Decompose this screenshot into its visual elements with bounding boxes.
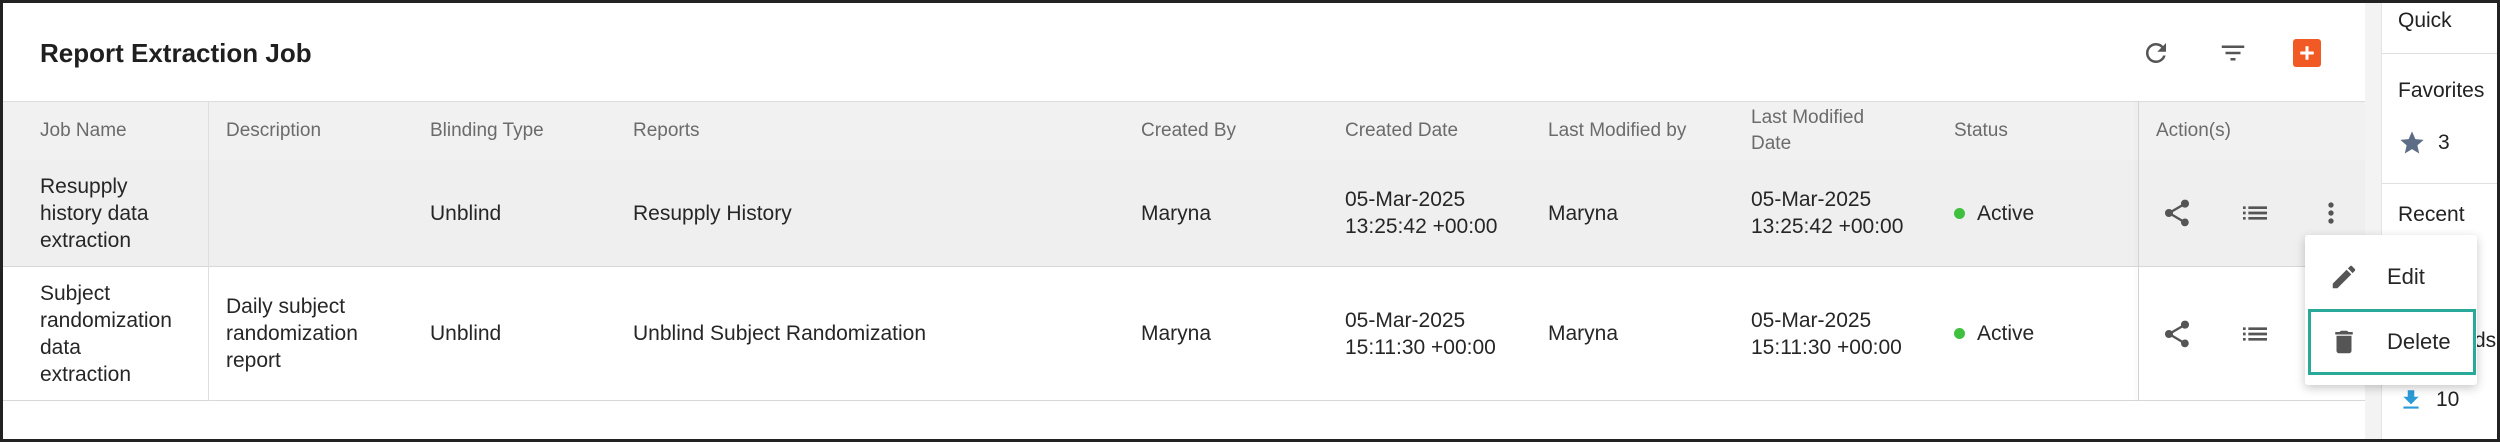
job-name-line: history data <box>40 201 149 225</box>
row-actions-menu: Edit Delete <box>2305 235 2477 385</box>
column-header-job-name[interactable]: Job Name <box>40 102 127 160</box>
quick-label: Quick <box>2398 9 2452 32</box>
star-icon <box>2400 131 2424 154</box>
description-cell: Daily subject randomization report <box>226 267 358 400</box>
job-name-line: extraction <box>40 362 132 386</box>
table-header: Job Name Description Blinding Type Repor… <box>3 101 2365 161</box>
column-header-actions: Action(s) <box>2156 120 2231 141</box>
share-icon[interactable] <box>2157 193 2197 233</box>
page-title: Report Extraction Job <box>40 38 312 68</box>
reports-cell: Resupply History <box>633 201 792 225</box>
list-icon[interactable] <box>2235 314 2275 354</box>
blinding-type-cell: Unblind <box>430 322 502 345</box>
favorites-count: 3 <box>2438 131 2450 154</box>
last-modified-date-line: 05-Mar-2025 <box>1751 188 1872 211</box>
last-modified-date-line: 05-Mar-2025 <box>1751 308 1872 332</box>
more-vert-icon[interactable] <box>2311 193 2351 233</box>
trash-icon <box>2327 325 2361 359</box>
column-header-blinding-type[interactable]: Blinding Type <box>430 102 544 160</box>
column-header-created-by[interactable]: Created By <box>1141 102 1236 160</box>
status-cell: Active <box>1954 160 2034 266</box>
job-name-cell: Subject randomization data extraction <box>40 267 172 400</box>
sidebar-divider <box>2382 183 2497 184</box>
edit-menu-item[interactable]: Edit <box>2305 245 2477 309</box>
table-row[interactable]: Resupply history data extraction Unblind… <box>3 160 2365 267</box>
created-date-line: 05-Mar-2025 <box>1345 188 1466 211</box>
description-line: Daily subject <box>226 295 346 318</box>
column-header-description[interactable]: Description <box>226 102 321 160</box>
created-by-cell: Maryna <box>1141 201 1212 225</box>
created-date-cell: 05-Mar-2025 13:25:42 +00:00 <box>1345 160 1497 266</box>
delete-label: Delete <box>2387 329 2451 354</box>
favorites-label[interactable]: Favorites <box>2398 79 2484 103</box>
blinding-type-cell: Unblind <box>430 201 502 225</box>
created-date-cell: 05-Mar-2025 15:11:30 +00:00 <box>1345 267 1496 400</box>
status-dot-icon <box>1954 328 1965 339</box>
created-time-line: 15:11:30 +00:00 <box>1345 335 1496 359</box>
column-header-created-date[interactable]: Created Date <box>1345 102 1458 160</box>
status-cell: Active <box>1954 267 2034 400</box>
filter-icon[interactable] <box>2213 33 2253 73</box>
column-header-last-modified-by[interactable]: Last Modified by <box>1548 102 1686 160</box>
description-line: randomization <box>226 322 358 345</box>
job-name-cell: Resupply history data extraction <box>40 160 149 266</box>
created-by-cell: Maryna <box>1141 322 1212 345</box>
downloads-label-partial: ds <box>2474 329 2497 352</box>
add-button[interactable] <box>2287 33 2327 73</box>
description-line: report <box>226 349 281 372</box>
column-header-reports[interactable]: Reports <box>633 102 700 160</box>
delete-menu-item[interactable]: Delete <box>2305 310 2477 374</box>
column-divider <box>208 101 209 401</box>
table-row[interactable]: Subject randomization data extraction Da… <box>3 267 2365 401</box>
job-name-line: Subject <box>40 281 111 305</box>
status-dot-icon <box>1954 207 1965 219</box>
actions-column-divider <box>2138 101 2139 401</box>
last-modified-time-line: 15:11:30 +00:00 <box>1751 335 1902 359</box>
last-modified-date-cell: 05-Mar-2025 13:25:42 +00:00 <box>1751 160 1903 266</box>
job-name-line: randomization <box>40 308 172 332</box>
app-frame: Report Extraction Job Job Name Descripti… <box>0 0 2500 442</box>
downloads-count: 10 <box>2436 388 2460 411</box>
column-header-last-modified-date[interactable]: Last Modified Date <box>1751 102 1881 160</box>
status-text: Active <box>1977 201 2035 225</box>
sidebar-divider <box>2382 53 2497 54</box>
edit-label: Edit <box>2387 264 2425 289</box>
created-time-line: 13:25:42 +00:00 <box>1345 215 1498 238</box>
report-extraction-card: Report Extraction Job Job Name Descripti… <box>3 3 2365 401</box>
created-date-line: 05-Mar-2025 <box>1345 308 1466 332</box>
download-icon <box>2403 390 2419 409</box>
favorites-count-row[interactable]: 3 <box>2398 129 2450 157</box>
edit-icon <box>2327 260 2361 294</box>
last-modified-date-cell: 05-Mar-2025 15:11:30 +00:00 <box>1751 267 1902 400</box>
recent-label[interactable]: Recent <box>2398 203 2465 227</box>
downloads-count-row[interactable]: 10 <box>2398 387 2459 413</box>
list-icon[interactable] <box>2235 193 2275 233</box>
last-modified-by-cell: Maryna <box>1548 322 1619 345</box>
add-icon <box>2293 39 2321 67</box>
job-name-line: Resupply <box>40 174 128 198</box>
reports-cell: Unblind Subject Randomization <box>633 322 927 345</box>
job-name-line: extraction <box>40 228 132 252</box>
column-header-status[interactable]: Status <box>1954 102 2008 160</box>
last-modified-time-line: 13:25:42 +00:00 <box>1751 215 1904 238</box>
last-modified-by-cell: Maryna <box>1548 201 1619 225</box>
status-text: Active <box>1977 322 2035 345</box>
job-name-line: data <box>40 335 81 359</box>
refresh-icon[interactable] <box>2136 33 2176 73</box>
share-icon[interactable] <box>2157 314 2197 354</box>
